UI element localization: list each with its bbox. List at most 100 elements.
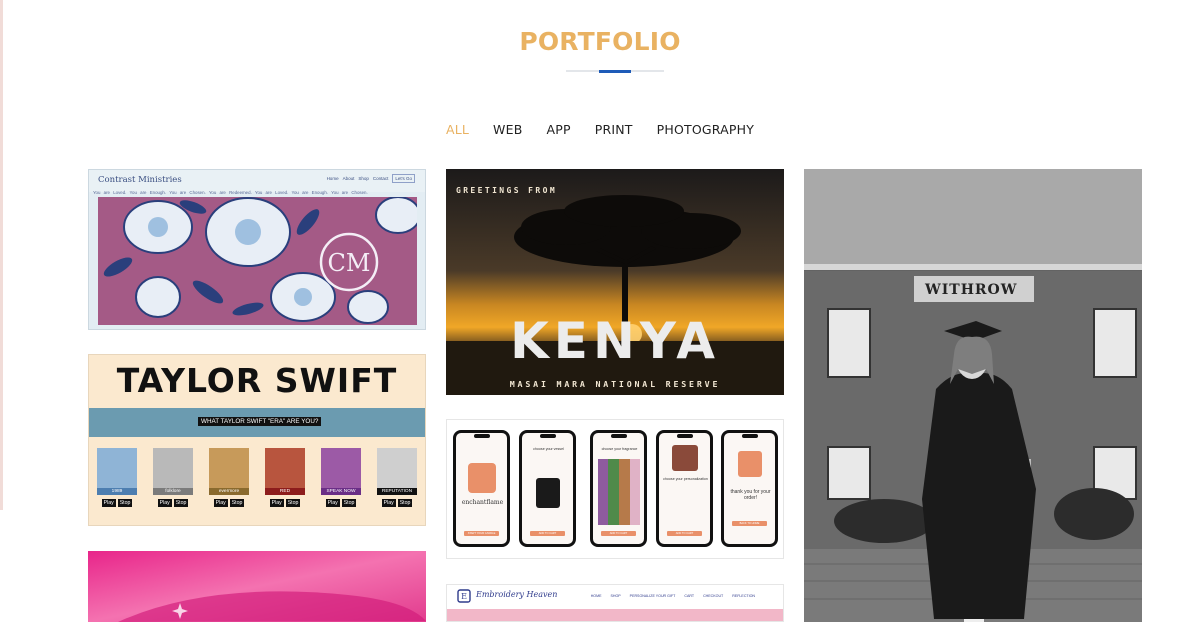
site-nav: HOME SHOP PERSONALIZE YOUR GIFT CART CHE…	[591, 594, 755, 598]
screen-button: BACK TO HOME	[732, 521, 767, 526]
stop-button[interactable]: Stop	[229, 499, 245, 507]
album-card: REPUTATION Play Stop	[377, 448, 417, 507]
left-edge-rule	[0, 0, 3, 510]
screen-button: ADD TO CART	[530, 531, 565, 536]
album-title: folklore	[153, 488, 193, 495]
album-cover	[265, 448, 305, 488]
site-nav-item: HOME	[590, 594, 602, 598]
site-nav-item: CART	[684, 594, 695, 598]
screen-text: choose your vessel	[533, 447, 564, 451]
pink-gradient-image	[88, 551, 426, 622]
album-title: REPUTATION	[377, 488, 417, 495]
vessel-illustration	[536, 478, 560, 508]
screen-button: ADD TO CART	[601, 531, 636, 536]
app-screen: choose your personalization ADD TO CART	[656, 430, 713, 547]
site-nav: Home About Shop Contact Let's Go	[326, 174, 415, 183]
album-cover	[209, 448, 249, 488]
graduate-photo-image	[804, 169, 1142, 622]
svg-text:CM: CM	[328, 249, 371, 277]
filter-app[interactable]: APP	[534, 122, 582, 137]
filter-all[interactable]: ALL	[434, 122, 481, 137]
screen-button: ADD TO CART	[667, 531, 702, 536]
album-card: RED Play Stop	[265, 448, 305, 507]
album-title: 1989	[97, 488, 137, 495]
phone-notch	[677, 434, 693, 438]
fragrance-grid	[598, 459, 640, 525]
embroidery-logo-icon: E	[457, 589, 471, 603]
play-button[interactable]: Play	[101, 499, 116, 507]
filter-print[interactable]: PRINT	[583, 122, 645, 137]
site-nav-item: CHECKOUT	[703, 594, 724, 598]
stop-button[interactable]: Stop	[397, 499, 413, 507]
portfolio-item-graduate-photo[interactable]: WITHROW	[804, 169, 1142, 622]
candle-illustration	[738, 451, 762, 477]
app-screen: thank you for your order! BACK TO HOME	[721, 430, 778, 547]
app-screen: choose your vessel ADD TO CART	[519, 430, 576, 547]
play-button[interactable]: Play	[381, 499, 396, 507]
page-title: PORTFOLIO	[519, 27, 681, 56]
site-brand: Contrast Ministries	[98, 175, 182, 185]
phone-notch	[742, 434, 758, 438]
building-sign: WITHROW	[925, 282, 1018, 298]
site-ticker: You are Loved. You are Enough. You are C…	[93, 190, 368, 195]
album-cover	[153, 448, 193, 488]
album-title: SPEAK NOW	[321, 488, 361, 495]
album-title: evermore	[209, 488, 249, 495]
phone-notch	[540, 434, 556, 438]
portfolio-filters: ALL WEB APP PRINT PHOTOGRAPHY	[0, 122, 1200, 137]
portfolio-item-candle-app[interactable]: enchantflame START YOUR CANDLE choose yo…	[446, 419, 784, 559]
play-button[interactable]: Play	[157, 499, 172, 507]
site-nav-item: Home	[326, 176, 339, 181]
site-nav-item: Contact	[372, 176, 389, 181]
play-button[interactable]: Play	[213, 499, 228, 507]
filter-web[interactable]: WEB	[481, 122, 534, 137]
portfolio-item-embroidery-heaven[interactable]: E Embroidery Heaven HOME SHOP PERSONALIZ…	[446, 584, 784, 622]
postcard-top-text: GREETINGS FROM	[456, 186, 558, 195]
portfolio-item-taylor-swift-quiz[interactable]: TAYLOR SWIFT WHAT TAYLOR SWIFT "ERA" ARE…	[88, 354, 426, 526]
app-screen: enchantflame START YOUR CANDLE	[453, 430, 510, 547]
filter-photography[interactable]: PHOTOGRAPHY	[645, 122, 766, 137]
quiz-headline: TAYLOR SWIFT	[116, 361, 398, 400]
album-list: 1989 Play Stop folklore Play Stop evermore…	[97, 448, 417, 507]
site-nav-item: About	[342, 176, 355, 181]
candle-illustration	[468, 463, 496, 493]
floral-banner-image: CM	[98, 197, 417, 325]
album-card: folklore Play Stop	[153, 448, 193, 507]
album-card: evermore Play Stop	[209, 448, 249, 507]
stop-button[interactable]: Stop	[117, 499, 133, 507]
album-card: SPEAK NOW Play Stop	[321, 448, 361, 507]
screen-text: thank you for your order!	[730, 489, 771, 501]
site-nav-item: PERSONALIZE YOUR GIFT	[629, 594, 676, 598]
screen-text: enchantflame	[461, 499, 504, 506]
site-nav-item: SHOP	[610, 594, 621, 598]
portfolio-item-contrast-ministries[interactable]: Contrast Ministries Home About Shop Cont…	[88, 169, 426, 330]
album-cover	[97, 448, 137, 488]
site-nav-button: Let's Go	[392, 174, 415, 183]
quiz-question: WHAT TAYLOR SWIFT "ERA" ARE YOU?	[198, 417, 322, 426]
phone-notch	[474, 434, 490, 438]
svg-text:E: E	[461, 592, 467, 601]
album-card: 1989 Play Stop	[97, 448, 137, 507]
album-cover	[321, 448, 361, 488]
play-button[interactable]: Play	[325, 499, 340, 507]
portfolio-item-pink-design[interactable]	[88, 551, 426, 622]
album-cover	[377, 448, 417, 488]
site-nav-item: REFLECTION	[732, 594, 755, 598]
postcard-headline: KENYA	[510, 312, 720, 370]
title-underline-accent	[599, 70, 631, 73]
play-button[interactable]: Play	[269, 499, 284, 507]
product-image	[672, 445, 698, 471]
stop-button[interactable]: Stop	[285, 499, 301, 507]
hero-banner	[447, 609, 783, 621]
album-title: RED	[265, 488, 305, 495]
portfolio-item-kenya-postcard[interactable]: GREETINGS FROM KENYA MASAI MARA NATIONAL…	[446, 169, 784, 395]
phone-notch	[611, 434, 627, 438]
screen-text: choose your fragrance	[601, 447, 638, 451]
screen-text: choose your personalization	[663, 477, 708, 481]
site-brand: Embroidery Heaven	[476, 590, 558, 599]
site-nav-item: Shop	[358, 176, 369, 181]
stop-button[interactable]: Stop	[341, 499, 357, 507]
app-screen: choose your fragrance ADD TO CART	[590, 430, 647, 547]
postcard-bottom-text: MASAI MARA NATIONAL RESERVE	[509, 379, 721, 389]
stop-button[interactable]: Stop	[173, 499, 189, 507]
